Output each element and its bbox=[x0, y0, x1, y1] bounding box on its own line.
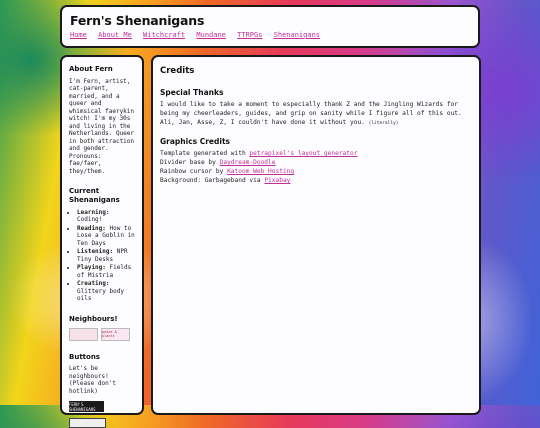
about-section: About Fern I'm Fern, artist, cat-parent,… bbox=[69, 65, 135, 175]
neighbour-badge[interactable] bbox=[69, 328, 98, 341]
current-list: Learning: Coding! Reading: How to Lose a… bbox=[69, 209, 135, 303]
credit-link[interactable]: Pixabay bbox=[264, 177, 290, 184]
list-item-value: Glittery body oils bbox=[77, 288, 124, 303]
neighbours-heading: Neighbours! bbox=[69, 315, 135, 324]
list-item: Listening: NPR Tiny Desks bbox=[77, 248, 135, 263]
site-title: Fern's Shenanigans bbox=[70, 13, 470, 28]
list-item: Learning: Coding! bbox=[77, 209, 135, 224]
list-item-label: Reading: bbox=[77, 225, 106, 232]
neighbour-badges: peace & plants bbox=[69, 328, 135, 341]
nav-link-about-me[interactable]: About Me bbox=[98, 31, 132, 39]
neighbour-badge[interactable]: peace & plants bbox=[101, 328, 130, 341]
credit-line: Divider base by Daydream-Doodle bbox=[160, 159, 472, 168]
list-item: Reading: How to Lose a Goblin in Ten Day… bbox=[77, 225, 135, 248]
credit-prefix: Rainbow cursor by bbox=[160, 168, 227, 175]
credit-line: Rainbow cursor by Katoom Web Hosting bbox=[160, 168, 472, 177]
sidebar: About Fern I'm Fern, artist, cat-parent,… bbox=[60, 55, 144, 415]
list-item: Creating: Glittery body oils bbox=[77, 280, 135, 303]
site-button-image[interactable]: FERN'S SHENANIGANS bbox=[69, 401, 104, 412]
special-thanks-note: (literally) bbox=[369, 121, 399, 126]
neighbours-section: Neighbours! peace & plants bbox=[69, 315, 135, 341]
site-header: Fern's Shenanigans Home About Me Witchcr… bbox=[60, 5, 480, 48]
nav-link-ttrpgs[interactable]: TTRPGs bbox=[237, 31, 262, 39]
graphics-credits-list: Template generated with petrapixel's lay… bbox=[160, 150, 472, 186]
about-text: I'm Fern, artist, cat-parent, married, a… bbox=[69, 78, 135, 176]
nav-link-shenanigans[interactable]: Shenanigans bbox=[274, 31, 320, 39]
credit-prefix: Divider base by bbox=[160, 159, 220, 166]
site-button-image-alt[interactable] bbox=[69, 418, 106, 428]
credit-link[interactable]: Daydream-Doodle bbox=[220, 159, 276, 166]
main-content: Credits Special Thanks I would like to t… bbox=[151, 55, 481, 415]
credit-link[interactable]: Katoom Web Hosting bbox=[227, 168, 294, 175]
credit-prefix: Template generated with bbox=[160, 150, 249, 157]
special-thanks-heading: Special Thanks bbox=[160, 88, 472, 99]
list-item-value: Coding! bbox=[77, 216, 102, 223]
list-item-label: Learning: bbox=[77, 209, 110, 216]
list-item: Playing: Fields of Mistria bbox=[77, 264, 135, 279]
nav-link-mundane[interactable]: Mundane bbox=[196, 31, 226, 39]
special-thanks-text: I would like to take a moment to especia… bbox=[160, 101, 472, 128]
list-item-label: Creating: bbox=[77, 280, 110, 287]
main-nav: Home About Me Witchcraft Mundane TTRPGs … bbox=[70, 31, 470, 39]
buttons-heading: Buttons bbox=[69, 353, 135, 362]
page-title: Credits bbox=[160, 65, 472, 77]
buttons-text: Let's be neighbours! (Please don't hotli… bbox=[69, 365, 135, 395]
list-item-label: Listening: bbox=[77, 248, 113, 255]
current-heading: Current Shenanigans bbox=[69, 187, 135, 205]
credit-line: Template generated with petrapixel's lay… bbox=[160, 150, 472, 159]
nav-link-witchcraft[interactable]: Witchcraft bbox=[143, 31, 185, 39]
nav-link-home[interactable]: Home bbox=[70, 31, 87, 39]
buttons-section: Buttons Let's be neighbours! (Please don… bbox=[69, 353, 135, 428]
credit-link[interactable]: petrapixel's layout generator bbox=[249, 150, 357, 157]
current-shenanigans-section: Current Shenanigans Learning: Coding! Re… bbox=[69, 187, 135, 303]
credit-prefix: Background: Garbageband via bbox=[160, 177, 264, 184]
list-item-label: Playing: bbox=[77, 264, 106, 271]
graphics-credits-heading: Graphics Credits bbox=[160, 137, 472, 148]
credit-line: Background: Garbageband via Pixabay bbox=[160, 177, 472, 186]
special-thanks-body: I would like to take a moment to especia… bbox=[160, 101, 462, 126]
about-heading: About Fern bbox=[69, 65, 135, 74]
